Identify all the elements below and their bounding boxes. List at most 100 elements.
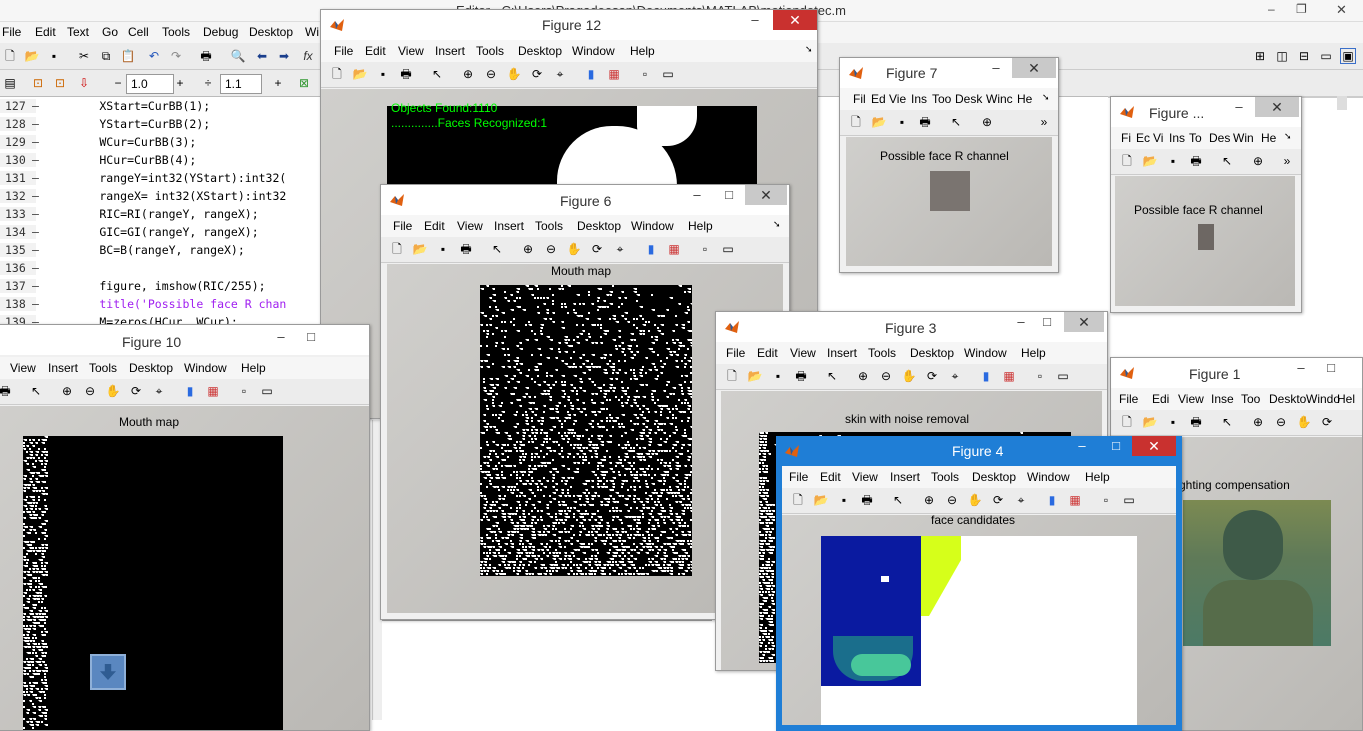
code-line[interactable]: 134– GIC=GI(rangeY, rangeX); [0,225,330,243]
show-plot-tools-icon[interactable]: ▭ [660,66,676,82]
colorbar-icon[interactable]: ▮ [1044,492,1060,508]
menu-desktop[interactable]: Desk [955,92,982,106]
print-icon[interactable]: 🖶 [859,492,875,508]
menu-window[interactable]: Window [184,361,227,375]
maximize-button[interactable]: ❐ [1296,2,1307,16]
print-icon[interactable]: 🖶 [0,383,13,399]
forward-arrow-icon[interactable]: ➡ [276,48,292,64]
print-icon[interactable]: 🖶 [793,368,809,384]
menu-view[interactable]: View [1178,392,1204,406]
print-icon[interactable]: 🖶 [917,114,933,130]
menu-desktop[interactable]: Desktop [972,470,1016,484]
save-icon[interactable]: ▪ [836,492,852,508]
cell-options-icon[interactable]: ⊠ [296,75,312,91]
maximize-button[interactable]: □ [719,185,739,205]
rotate-3d-icon[interactable]: ⟳ [589,241,605,257]
dock-icon[interactable]: ▣ [1340,48,1356,64]
code-line[interactable]: 128– YStart=CurBB(2); [0,117,330,135]
menu-insert[interactable]: Insert [494,219,524,233]
pan-hand-icon[interactable]: ✋ [566,241,582,257]
redo-icon[interactable]: ↷ [168,48,184,64]
zoom-out-icon[interactable]: ⊖ [878,368,894,384]
menu-insert[interactable]: Insert [827,346,857,360]
menu-insert[interactable]: Inse [1211,392,1234,406]
legend-icon[interactable]: ▦ [606,66,622,82]
find-icon[interactable]: 🔍 [230,48,246,64]
menu-file[interactable]: Fil [853,92,866,106]
breakpoint-dash[interactable]: – [32,99,39,113]
minimize-button[interactable]: – [687,185,707,205]
more-tools-icon[interactable]: » [1279,153,1295,169]
more-tools-icon[interactable]: » [1036,114,1052,130]
function-icon[interactable]: fx [300,48,316,64]
select-pointer-icon[interactable]: ↖ [824,368,840,384]
rotate-3d-icon[interactable]: ⟳ [529,66,545,82]
menu-window[interactable]: Window [631,219,674,233]
menu-window[interactable]: Win [1233,131,1254,145]
menu-help[interactable]: Help [688,219,713,233]
menu-go[interactable]: Go [102,25,118,39]
menu-view[interactable]: Vi [1153,131,1163,145]
menu-window[interactable]: Winc [986,92,1013,106]
open-folder-icon[interactable]: 📂 [1142,153,1158,169]
maximize-button[interactable]: □ [1037,312,1057,332]
save-icon[interactable]: ▪ [46,48,62,64]
minimize-button[interactable]: – [986,58,1006,78]
divide-button[interactable]: ÷ [200,75,216,91]
menu-edit[interactable]: Edit [757,346,778,360]
legend-icon[interactable]: ▦ [205,383,221,399]
menu-text[interactable]: Text [67,25,89,39]
menu-tools[interactable]: Too [932,92,951,106]
new-file-icon[interactable]: 🗋 [329,66,345,82]
select-pointer-icon[interactable]: ↖ [890,492,906,508]
menu-desktop[interactable]: Desktop [910,346,954,360]
new-file-icon[interactable]: 🗋 [790,492,806,508]
menu-cell[interactable]: Cell [128,25,149,39]
minimize-button[interactable]: – [271,327,291,347]
minimize-button[interactable]: – [745,10,765,30]
menu-edit[interactable]: Edit [365,44,386,58]
save-icon[interactable]: ▪ [1165,414,1181,430]
menu-help[interactable]: Hel [1337,392,1355,406]
menu-edit[interactable]: Edi [1152,392,1169,406]
close-button[interactable]: ✕ [1132,436,1176,456]
menu-insert[interactable]: Ins [911,92,927,106]
rotate-3d-icon[interactable]: ⟳ [128,383,144,399]
menu-desktop[interactable]: Des [1209,131,1230,145]
hide-plot-tools-icon[interactable]: ▫ [1098,492,1114,508]
menu-tools[interactable]: Tools [89,361,117,375]
code-line[interactable]: 137– figure, imshow(RIC/255); [0,279,330,297]
menu-tools[interactable]: To [1189,131,1202,145]
menu-window[interactable]: Window [1027,470,1070,484]
zoom-in-icon[interactable]: ⊕ [520,241,536,257]
menu-desktop[interactable]: Desktop [249,25,293,39]
zoom-out-icon[interactable]: ⊖ [82,383,98,399]
pan-hand-icon[interactable]: ✋ [901,368,917,384]
zoom-out-icon[interactable]: ⊖ [944,492,960,508]
open-folder-icon[interactable]: 📂 [747,368,763,384]
pan-hand-icon[interactable]: ✋ [506,66,522,82]
menu-edit[interactable]: Ec [1136,131,1150,145]
breakpoint-dash[interactable]: – [32,171,39,185]
new-file-icon[interactable]: 🗋 [724,368,740,384]
close-button[interactable]: ✕ [1012,58,1056,78]
copy-icon[interactable]: ⧉ [98,48,114,64]
menu-help[interactable]: He [1017,92,1032,106]
code-line[interactable]: 131– rangeY=int32(YStart):int32( [0,171,330,189]
print-icon[interactable]: 🖶 [198,48,214,64]
minimize-button[interactable]: – [1072,436,1092,456]
breakpoint-dash[interactable]: – [32,207,39,221]
menu-help[interactable]: Help [1021,346,1046,360]
menu-file[interactable]: File [726,346,745,360]
print-icon[interactable]: 🖶 [458,241,474,257]
menu-overflow-icon[interactable]: ➘ [1042,92,1050,103]
menu-tools[interactable]: Tools [931,470,959,484]
menu-window[interactable]: Windo [1306,392,1340,406]
print-icon[interactable]: 🖶 [1188,153,1204,169]
maximize-button[interactable]: □ [301,327,321,347]
data-cursor-icon[interactable]: ⌖ [151,383,167,399]
new-file-icon[interactable]: 🗋 [1119,153,1135,169]
menu-desktop[interactable]: Desktop [518,44,562,58]
menu-view[interactable]: View [398,44,424,58]
breakpoint-dash[interactable]: – [32,153,39,167]
